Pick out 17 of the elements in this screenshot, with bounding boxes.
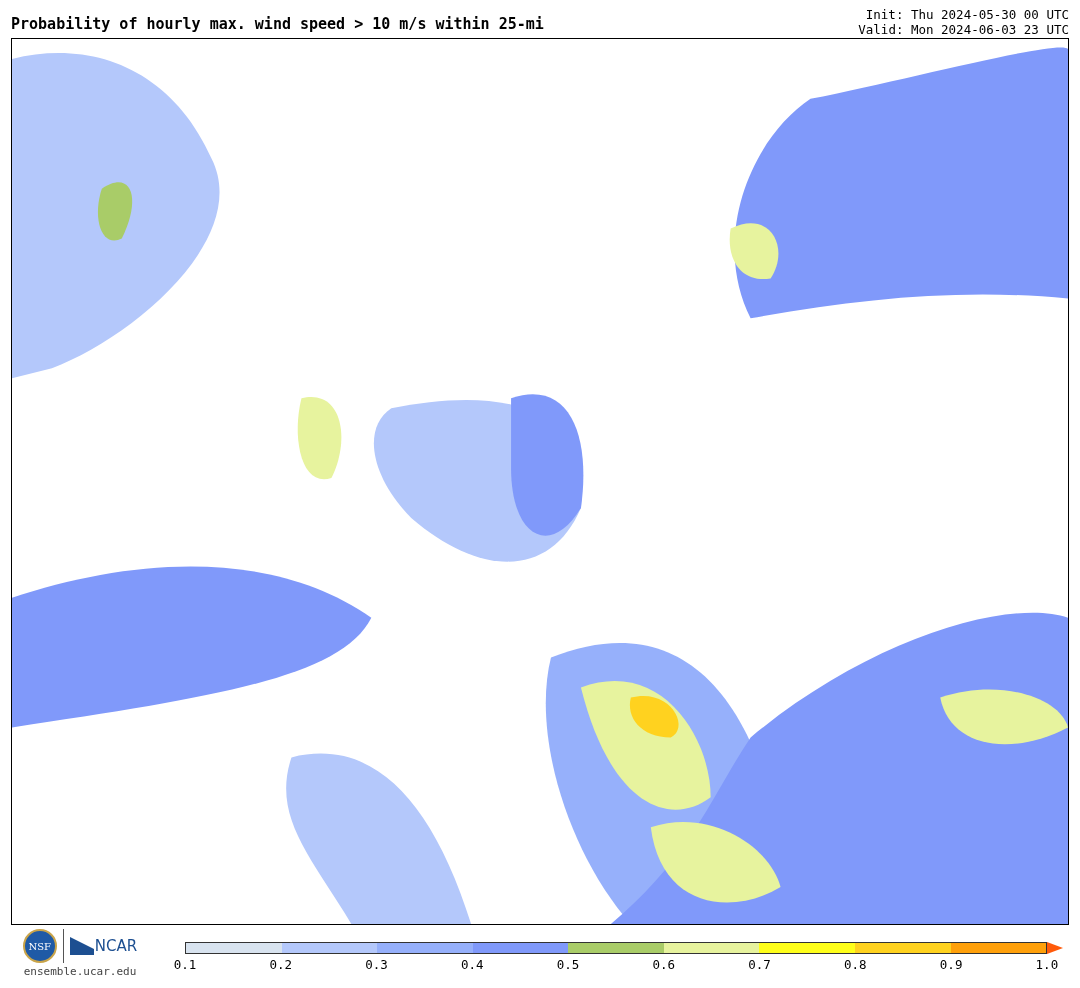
scale-tick-label: 0.6 [651, 956, 677, 974]
scale-tick-label: 0.8 [843, 956, 868, 974]
ncar-logo-text: NCAR [94, 935, 138, 957]
scale-tick-label: 1.0 [1034, 956, 1060, 974]
scale-tick-label: 0.1 [172, 956, 198, 974]
ncar-mark-icon [69, 937, 94, 955]
valid-time: Valid: Mon 2024-06-03 23 UTC [858, 22, 1069, 37]
chart-title: Probability of hourly max. wind speed > 10 m/s within 25-mi [11, 17, 544, 32]
scale-tick-label: 0.2 [268, 956, 294, 974]
site-url: ensemble.ucar.edu [23, 964, 137, 980]
scale-tick-label: 0.3 [364, 956, 389, 974]
scale-tick-label: 0.4 [460, 956, 485, 974]
scale-tick-label: 0.9 [938, 956, 964, 974]
nsf-logo: NSF [22, 929, 57, 963]
init-time: Init: Thu 2024-05-30 00 UTC [865, 7, 1069, 22]
scale-tick-label: 0.5 [555, 956, 581, 974]
scale-tick-label: 0.7 [747, 956, 772, 974]
